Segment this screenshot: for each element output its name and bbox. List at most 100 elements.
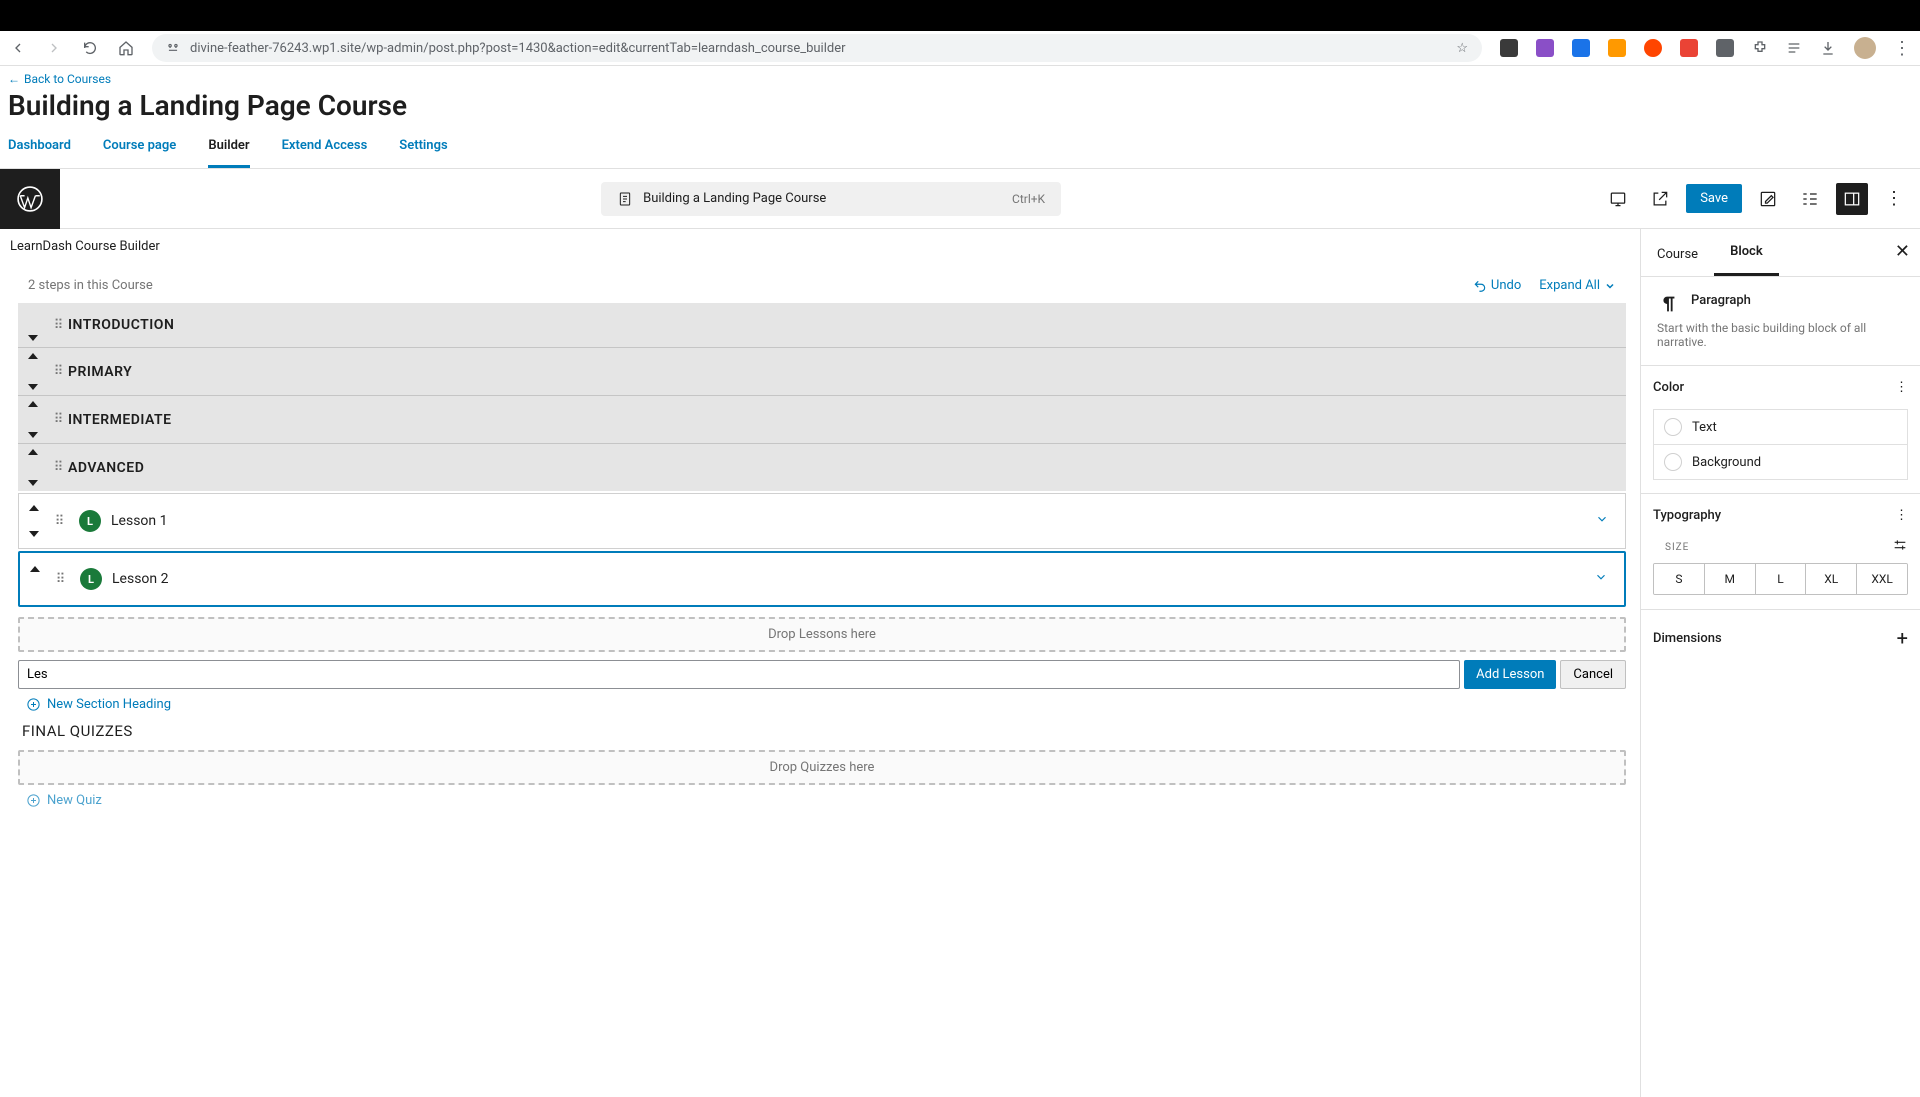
section-introduction[interactable]: ⠿ INTRODUCTION	[18, 303, 1626, 347]
size-s-button[interactable]: S	[1654, 564, 1705, 594]
move-down-icon[interactable]	[28, 432, 38, 438]
extension-icon[interactable]	[1500, 39, 1518, 57]
tab-course-page[interactable]: Course page	[103, 138, 176, 168]
color-background-option[interactable]: Background	[1653, 444, 1908, 480]
lesson-badge-icon: L	[80, 568, 102, 590]
browser-toolbar: divine-feather-76243.wp1.site/wp-admin/p…	[0, 31, 1920, 66]
section-primary[interactable]: ⠿ PRIMARY	[18, 347, 1626, 395]
sidebar-tab-course[interactable]: Course	[1641, 233, 1714, 276]
extension-icon[interactable]	[1644, 39, 1662, 57]
color-options-icon[interactable]: ⋮	[1895, 380, 1908, 395]
lesson-expand-icon[interactable]	[1579, 512, 1625, 530]
extension-icon[interactable]	[1680, 39, 1698, 57]
move-down-icon[interactable]	[29, 531, 39, 537]
new-quiz-link[interactable]: New Quiz	[26, 793, 1640, 808]
tab-dashboard[interactable]: Dashboard	[8, 138, 71, 168]
url-text: divine-feather-76243.wp1.site/wp-admin/p…	[190, 41, 1446, 56]
extension-icon[interactable]	[1572, 39, 1590, 57]
dimensions-group-label: Dimensions	[1653, 631, 1722, 646]
typography-options-icon[interactable]: ⋮	[1895, 508, 1908, 523]
tab-settings[interactable]: Settings	[399, 138, 447, 168]
cancel-button[interactable]: Cancel	[1560, 660, 1626, 689]
drag-handle-icon[interactable]: ⠿	[54, 318, 63, 333]
menu-icon[interactable]: ⋮	[1894, 40, 1910, 56]
wp-editor-bar: Building a Landing Page Course Ctrl+K Sa…	[0, 169, 1920, 229]
expand-all-link[interactable]: Expand All	[1539, 278, 1616, 293]
document-icon	[617, 191, 633, 207]
move-up-icon[interactable]	[30, 566, 40, 572]
back-to-courses-link[interactable]: Back to Courses	[8, 72, 111, 86]
address-bar[interactable]: divine-feather-76243.wp1.site/wp-admin/p…	[152, 34, 1482, 62]
wp-logo[interactable]	[0, 169, 60, 229]
extension-icon[interactable]	[1608, 39, 1626, 57]
undo-link[interactable]: Undo	[1473, 278, 1521, 293]
section-advanced[interactable]: ⠿ ADVANCED	[18, 443, 1626, 491]
size-m-button[interactable]: M	[1705, 564, 1756, 594]
new-section-heading-link[interactable]: New Section Heading	[26, 697, 1640, 712]
section-intermediate[interactable]: ⠿ INTERMEDIATE	[18, 395, 1626, 443]
reading-list-icon[interactable]	[1786, 40, 1802, 56]
drag-handle-icon[interactable]: ⠿	[55, 514, 64, 529]
final-quizzes-heading: FINAL QUIZZES	[22, 722, 1640, 740]
drop-lessons-zone[interactable]: Drop Lessons here	[18, 617, 1626, 652]
add-lesson-button[interactable]: Add Lesson	[1464, 660, 1556, 689]
profile-avatar[interactable]	[1854, 37, 1876, 59]
undo-icon	[1473, 279, 1487, 293]
move-down-icon[interactable]	[28, 480, 38, 486]
back-icon[interactable]	[10, 40, 26, 56]
reload-icon[interactable]	[82, 40, 98, 56]
page-title: Building a Landing Page Course	[8, 89, 1912, 122]
extension-icon[interactable]	[1716, 39, 1734, 57]
inspector-sidebar: Course Block ✕ Paragraph Start with the …	[1640, 229, 1920, 1097]
external-link-icon[interactable]	[1644, 183, 1676, 215]
forward-icon[interactable]	[46, 40, 62, 56]
lesson-row[interactable]: ⠿ L Lesson 2	[18, 551, 1626, 607]
command-bar[interactable]: Building a Landing Page Course Ctrl+K	[601, 182, 1061, 216]
site-info-icon[interactable]	[166, 41, 180, 55]
drag-handle-icon[interactable]: ⠿	[56, 572, 65, 587]
add-dimension-icon[interactable]: +	[1897, 626, 1908, 650]
edit-icon[interactable]	[1752, 183, 1784, 215]
move-up-icon[interactable]	[28, 449, 38, 455]
downloads-icon[interactable]	[1820, 40, 1836, 56]
list-view-icon[interactable]	[1794, 183, 1826, 215]
move-down-icon[interactable]	[28, 335, 38, 341]
new-lesson-input[interactable]	[18, 660, 1460, 689]
drag-handle-icon[interactable]: ⠿	[54, 364, 63, 379]
size-settings-icon[interactable]	[1892, 537, 1908, 557]
extension-icon[interactable]	[1536, 39, 1554, 57]
drag-handle-icon[interactable]: ⠿	[54, 412, 63, 427]
move-up-icon[interactable]	[28, 353, 38, 359]
size-l-button[interactable]: L	[1756, 564, 1807, 594]
color-text-option[interactable]: Text	[1653, 409, 1908, 445]
lesson-expand-icon[interactable]	[1578, 570, 1624, 588]
move-up-icon[interactable]	[28, 401, 38, 407]
tab-builder[interactable]: Builder	[208, 138, 249, 168]
plus-circle-icon	[26, 697, 41, 712]
paragraph-icon	[1657, 293, 1679, 315]
kbar-shortcut: Ctrl+K	[1012, 192, 1045, 206]
lesson-badge-icon: L	[79, 510, 101, 532]
move-down-icon[interactable]	[28, 384, 38, 390]
view-icon[interactable]	[1602, 183, 1634, 215]
bookmark-star-icon[interactable]: ☆	[1456, 41, 1468, 56]
lesson-row[interactable]: ⠿ L Lesson 1	[18, 493, 1626, 549]
color-group-label: Color	[1653, 380, 1684, 395]
sidebar-tab-block[interactable]: Block	[1714, 230, 1779, 276]
home-icon[interactable]	[118, 40, 134, 56]
color-swatch-icon	[1664, 453, 1682, 471]
drag-handle-icon[interactable]: ⠿	[54, 460, 63, 475]
color-swatch-icon	[1664, 418, 1682, 436]
tab-extend-access[interactable]: Extend Access	[282, 138, 368, 168]
save-button[interactable]: Save	[1686, 184, 1742, 213]
close-sidebar-icon[interactable]: ✕	[1895, 241, 1910, 262]
size-xxl-button[interactable]: XXL	[1857, 564, 1907, 594]
builder-label: LearnDash Course Builder	[10, 229, 1640, 260]
extensions-icon[interactable]	[1752, 40, 1768, 56]
drop-quizzes-zone[interactable]: Drop Quizzes here	[18, 750, 1626, 785]
size-xl-button[interactable]: XL	[1806, 564, 1857, 594]
move-up-icon[interactable]	[29, 505, 39, 511]
options-icon[interactable]: ⋮	[1878, 183, 1910, 215]
sidebar-toggle-icon[interactable]	[1836, 183, 1868, 215]
plus-circle-icon	[26, 793, 41, 808]
